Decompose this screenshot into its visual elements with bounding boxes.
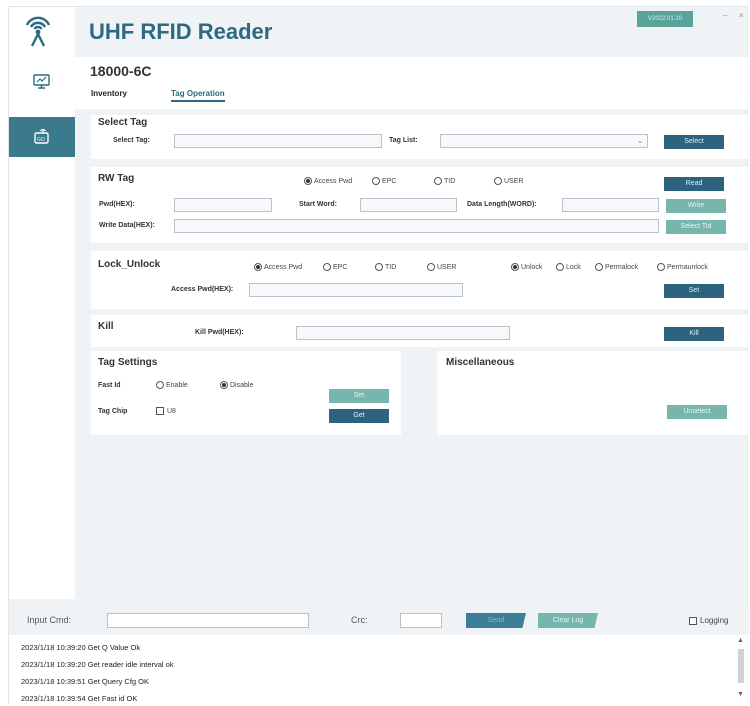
lock-unlock-panel: Lock_Unlock Access Pwd EPC TID USER Unlo… (91, 251, 749, 309)
pwd-input[interactable] (174, 198, 272, 212)
select-tag-title: Select Tag (98, 117, 148, 128)
tag-chip-label: Tag Chip (98, 408, 128, 415)
kill-button[interactable]: Kill (664, 327, 724, 341)
sidebar: GO (9, 7, 75, 599)
fast-id-disable-radio[interactable]: Disable (220, 381, 253, 389)
write-button[interactable]: Write (666, 199, 726, 213)
lock-mode-permalock[interactable]: Permalock (595, 263, 638, 271)
tab-tag-operation[interactable]: Tag Operation (171, 89, 225, 102)
monitor-settings-icon (33, 74, 51, 92)
log-line: 2023/1/18 10:39:54 Get Fast id OK (21, 694, 138, 703)
start-word-label: Start Word: (299, 201, 337, 208)
unselect-button[interactable]: Unselect (667, 405, 727, 419)
sidebar-item-settings[interactable] (9, 63, 75, 103)
log-line: 2023/1/18 10:39:20 Get reader idle inter… (21, 660, 174, 669)
lock-mode-lock[interactable]: Lock (556, 263, 581, 271)
tab-inventory[interactable]: Inventory (91, 89, 127, 98)
scroll-down-icon[interactable]: ▼ (737, 691, 744, 698)
lock-mode-permaunlock[interactable]: Permaunlock (657, 263, 708, 271)
kill-panel: Kill Kill Pwd(HEX): Kill (91, 315, 749, 347)
select-tag-label: Select Tag: (113, 137, 150, 144)
version-badge: V2022.01.10 (637, 11, 693, 27)
write-data-label: Write Data(HEX): (99, 222, 155, 229)
rfid-antenna-logo-icon (23, 13, 53, 47)
log-area: 2023/1/18 10:39:20 Get Q Value Ok 2023/1… (9, 635, 749, 705)
kill-pwd-input[interactable] (296, 326, 510, 340)
tag-settings-set-button[interactable]: Set (329, 389, 389, 403)
log-line: 2023/1/18 10:39:51 Get Query Cfg OK (21, 677, 149, 686)
access-pwd-input[interactable] (249, 283, 463, 297)
tag-settings-title: Tag Settings (98, 357, 158, 368)
app-title: UHF RFID Reader (89, 19, 273, 44)
rw-radio-user[interactable]: USER (494, 177, 523, 185)
lock-radio-access-pwd[interactable]: Access Pwd (254, 263, 302, 271)
svg-text:GO: GO (37, 137, 45, 143)
tag-list-select[interactable]: ⌄ (440, 134, 648, 148)
input-cmd-label: Input Cmd: (27, 615, 72, 625)
write-data-input[interactable] (174, 219, 659, 233)
input-cmd-field[interactable] (107, 613, 309, 628)
data-length-input[interactable] (562, 198, 659, 212)
crc-label: Crc: (351, 615, 368, 625)
kill-pwd-label: Kill Pwd(HEX): (195, 329, 244, 336)
log-line: 2023/1/18 10:39:20 Get Q Value Ok (21, 643, 141, 652)
crc-field[interactable] (400, 613, 442, 628)
send-button[interactable]: Send (466, 613, 526, 628)
rw-tag-title: RW Tag (98, 173, 135, 184)
sidebar-item-tag-operation[interactable]: GO (9, 117, 75, 157)
log-scrollbar[interactable] (738, 649, 744, 683)
rw-radio-tid[interactable]: TID (434, 177, 455, 185)
select-tag-panel: Select Tag Select Tag: Tag List: ⌄ Selec… (91, 115, 749, 159)
tag-settings-get-button[interactable]: Get (329, 409, 389, 423)
close-button[interactable]: × (739, 11, 744, 20)
protocol-title: 18000-6C (90, 63, 152, 79)
lock-radio-tid[interactable]: TID (375, 263, 396, 271)
fast-id-enable-radio[interactable]: Enable (156, 381, 188, 389)
miscellaneous-panel: Miscellaneous Unselect (437, 351, 749, 435)
select-tag-input[interactable] (174, 134, 382, 148)
lock-mode-unlock[interactable]: Unlock (511, 263, 542, 271)
u8-checkbox[interactable]: U8 (156, 407, 176, 415)
minimize-button[interactable]: – (723, 11, 727, 20)
rw-radio-epc[interactable]: EPC (372, 177, 396, 185)
lock-unlock-title: Lock_Unlock (98, 259, 161, 270)
lock-radio-epc[interactable]: EPC (323, 263, 347, 271)
rw-tag-panel: RW Tag Access Pwd EPC TID USER Read Pwd(… (91, 167, 749, 243)
header: 18000-6C Inventory Tag Operation (75, 57, 749, 109)
access-pwd-label: Access Pwd(HEX): (171, 286, 234, 293)
logging-checkbox[interactable]: Logging (689, 616, 728, 625)
start-word-input[interactable] (360, 198, 457, 212)
kill-title: Kill (98, 321, 114, 332)
tag-settings-panel: Tag Settings Fast Id Enable Disable Set … (91, 351, 401, 435)
read-button[interactable]: Read (664, 177, 724, 191)
command-bar: Input Cmd: Crc: Send Clear Log Logging (9, 605, 749, 633)
fast-id-label: Fast Id (98, 382, 121, 389)
pwd-label: Pwd(HEX): (99, 201, 135, 208)
data-length-label: Data Length(WORD): (467, 201, 537, 208)
chevron-down-icon: ⌄ (637, 138, 643, 145)
clear-log-button[interactable]: Clear Log (538, 613, 598, 628)
tag-list-label: Tag List: (389, 137, 418, 144)
scroll-up-icon[interactable]: ▲ (737, 637, 744, 644)
select-tid-button[interactable]: Select Tid (666, 220, 726, 234)
miscellaneous-title: Miscellaneous (446, 357, 515, 368)
lock-radio-user[interactable]: USER (427, 263, 456, 271)
select-button[interactable]: Select (664, 135, 724, 149)
rw-radio-access-pwd[interactable]: Access Pwd (304, 177, 352, 185)
reader-tag-icon: GO (33, 128, 51, 146)
lock-set-button[interactable]: Set (664, 284, 724, 298)
app-window: GO UHF RFID Reader V2022.01.10 – × 18000… (8, 6, 749, 705)
